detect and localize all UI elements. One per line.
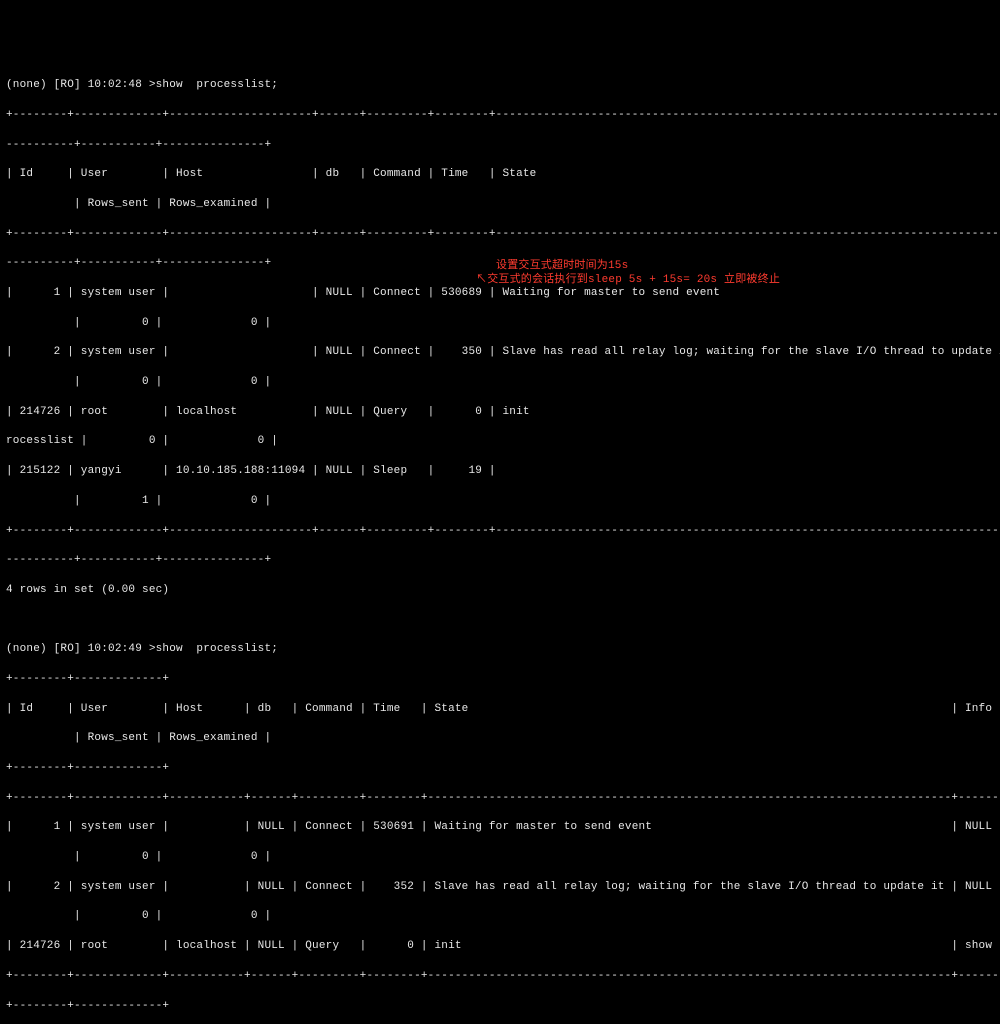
table-row: | 215122 | yangyi | 10.10.185.188:11094 …: [6, 464, 1000, 479]
table-row: | 2 | system user | | NULL | Connect | 3…: [6, 345, 1000, 360]
table-row: | 1 | system user | | NULL | Connect | 5…: [6, 820, 1000, 835]
table-header-cont: | Rows_sent | Rows_examined |: [6, 731, 1000, 746]
table-separator: +--------+-------------+----------------…: [6, 227, 1000, 242]
table-row: | 1 | system user | | NULL | Connect | 5…: [6, 286, 1000, 301]
table-separator: +--------+-------------+----------------…: [6, 524, 1000, 539]
table-separator: +--------+-------------+: [6, 999, 1000, 1014]
prompt-line[interactable]: (none) [RO] 10:02:49 >show processlist;: [6, 642, 1000, 657]
table-row-cont: | 0 | 0 |: [6, 375, 1000, 390]
annotation-text: ↖交互式的会话执行到sleep 5s + 15s= 20s 立即被终止: [476, 273, 780, 288]
table-separator: +--------+-------------+----------------…: [6, 108, 1000, 123]
table-header-cont: | Rows_sent | Rows_examined |: [6, 197, 1000, 212]
table-row-cont: | 1 | 0 |: [6, 494, 1000, 509]
table-row-cont: rocesslist | 0 | 0 |: [6, 434, 1000, 449]
prompt-line[interactable]: (none) [RO] 10:02:48 >show processlist;: [6, 78, 1000, 93]
table-separator: ----------+-----------+---------------+: [6, 553, 1000, 568]
table-header: | Id | User | Host | db | Command | Time…: [6, 702, 1000, 717]
table-row-cont: | 0 | 0 |: [6, 909, 1000, 924]
table-row-cont: | 0 | 0 |: [6, 316, 1000, 331]
table-row: | 214726 | root | localhost | NULL | Que…: [6, 939, 1000, 954]
table-row: | 2 | system user | | NULL | Connect | 3…: [6, 880, 1000, 895]
table-separator: ----------+-----------+---------------+: [6, 138, 1000, 153]
table-row: | 214726 | root | localhost | NULL | Que…: [6, 405, 1000, 420]
table-row-cont: | 0 | 0 |: [6, 850, 1000, 865]
result-summary: 4 rows in set (0.00 sec): [6, 583, 1000, 598]
arrow-icon: ↖: [476, 274, 487, 286]
table-separator: +--------+-------------+: [6, 672, 1000, 687]
table-separator: +--------+-------------+-----------+----…: [6, 791, 1000, 806]
annotation-text: 设置交互式超时时间为15s: [496, 259, 628, 274]
table-separator: +--------+-------------+-----------+----…: [6, 969, 1000, 984]
table-separator: +--------+-------------+: [6, 761, 1000, 776]
terminal-output: (none) [RO] 10:02:48 >show processlist; …: [6, 63, 1000, 575]
table-header: | Id | User | Host | db | Command | Time…: [6, 167, 1000, 182]
